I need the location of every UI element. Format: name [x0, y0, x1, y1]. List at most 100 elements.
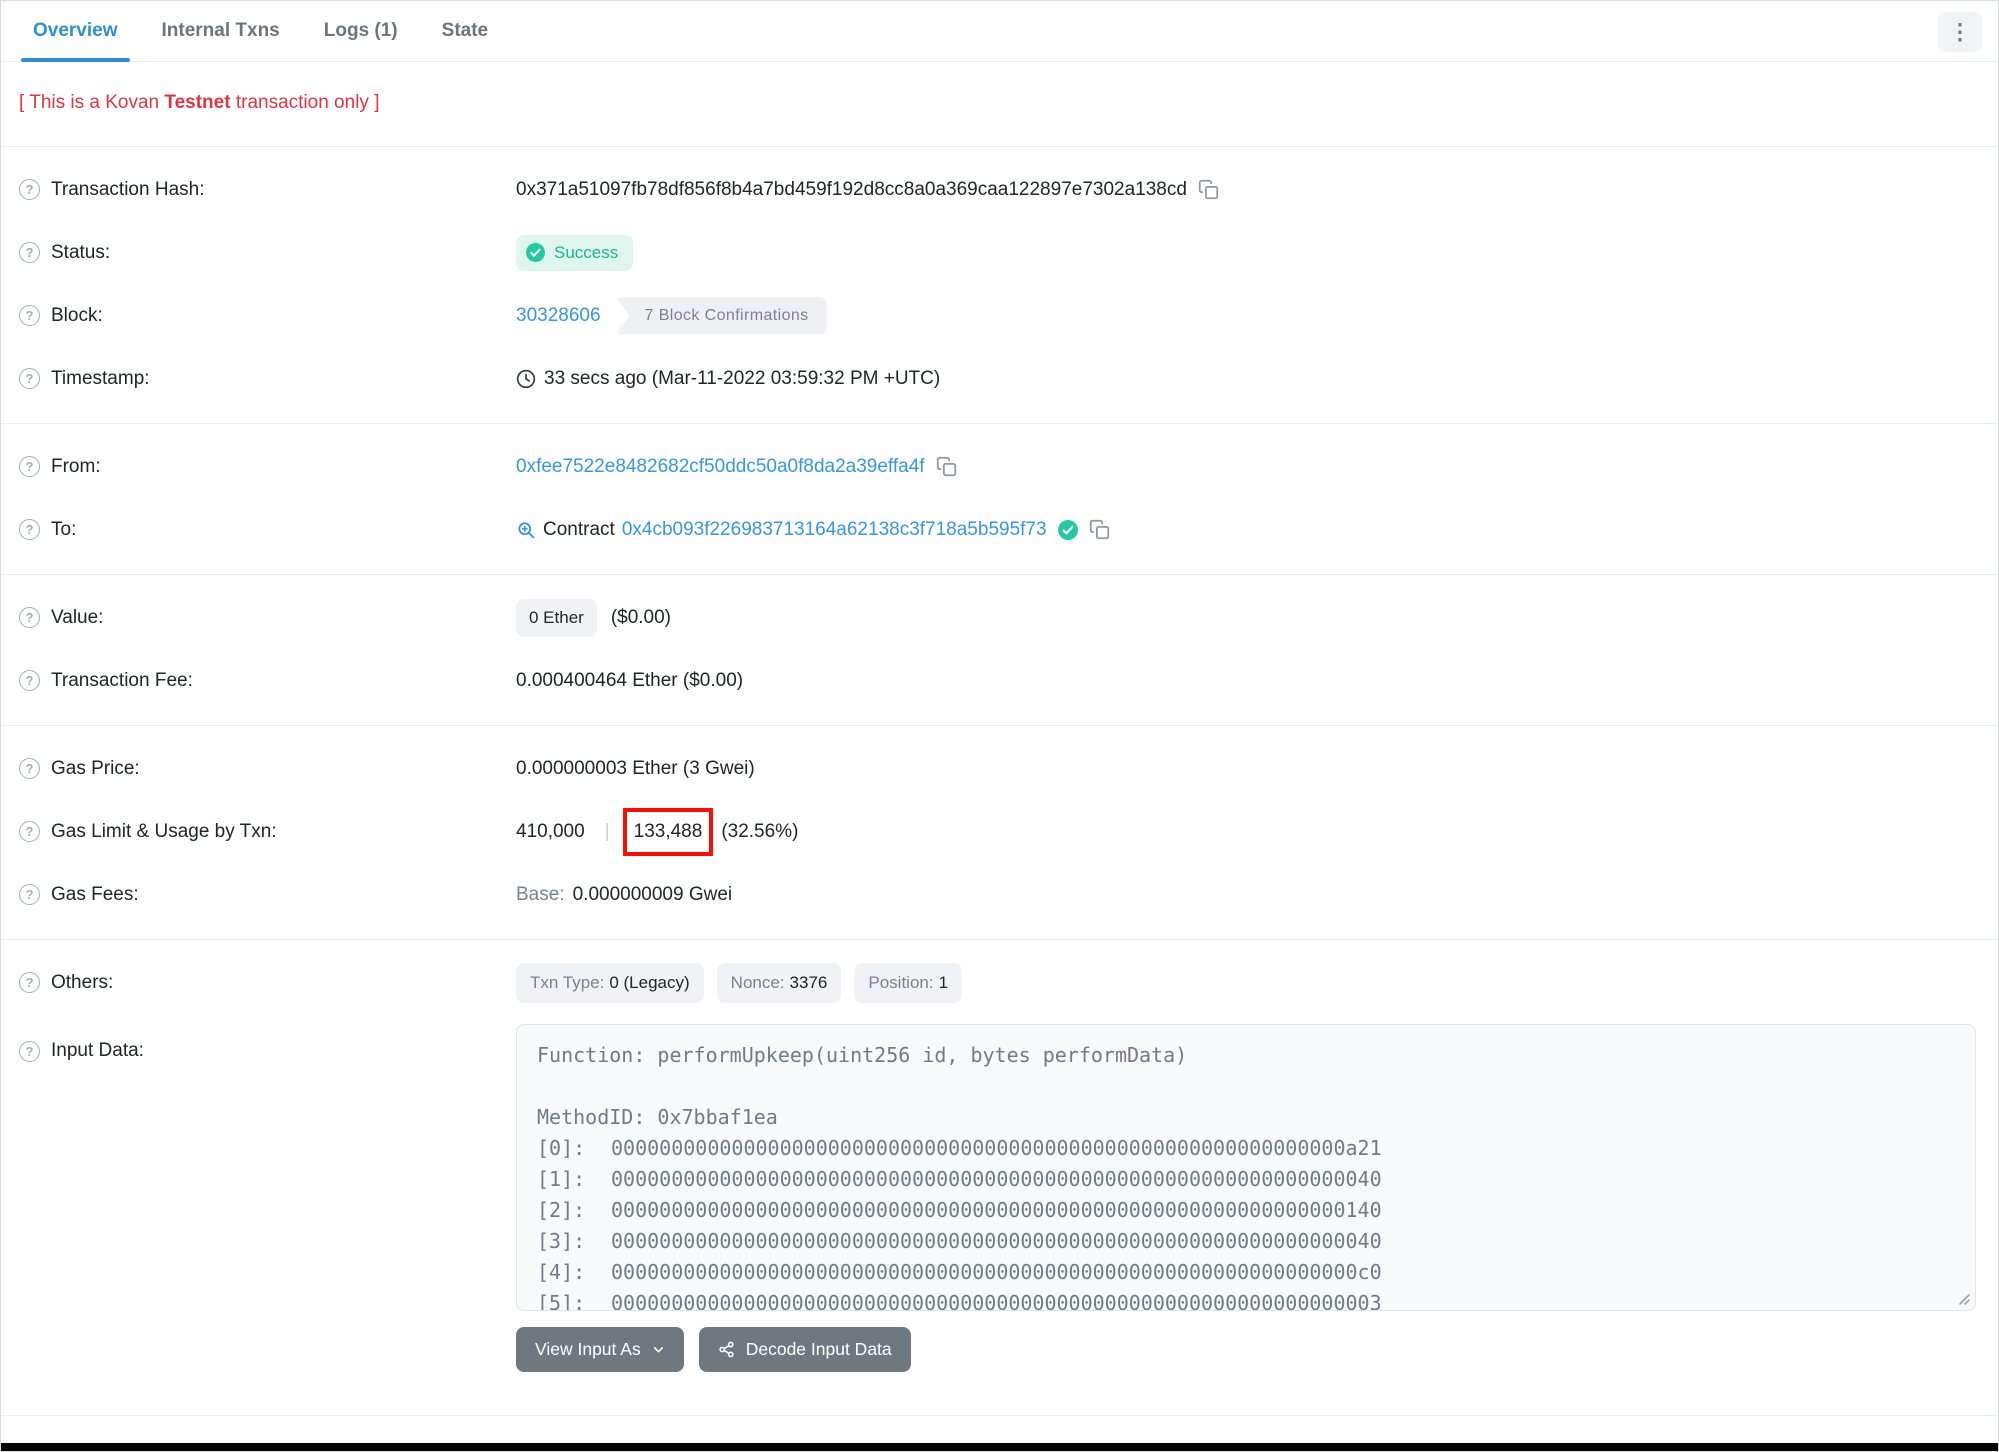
- help-icon[interactable]: ?: [19, 758, 40, 779]
- word-index: [0]:: [537, 1136, 586, 1160]
- txn-type-value: 0 (Legacy): [609, 972, 690, 992]
- txn-type-key: Txn Type:: [530, 972, 605, 992]
- kebab-menu-icon[interactable]: ⋮: [1938, 12, 1982, 52]
- row-timestamp: ? Timestamp: 33 secs ago (Mar-11-2022 03…: [1, 347, 1998, 410]
- nonce-value: 3376: [789, 972, 828, 992]
- block-label: Block:: [51, 304, 103, 326]
- transaction-fee-label: Transaction Fee:: [51, 669, 193, 691]
- copy-icon[interactable]: [1089, 519, 1110, 540]
- row-others: ? Others: Txn Type: 0 (Legacy) Nonce: 3376…: [1, 951, 1998, 1014]
- to-label: To:: [51, 518, 77, 540]
- word-index: [1]:: [537, 1167, 586, 1191]
- copy-icon[interactable]: [1198, 179, 1219, 200]
- txn-type-badge: Txn Type: 0 (Legacy): [516, 962, 704, 1003]
- block-number-link[interactable]: 30328606: [516, 305, 601, 327]
- verified-check-icon: [1057, 519, 1078, 540]
- transaction-fee-value: 0.000400464 Ether ($0.00): [516, 669, 744, 691]
- magnifier-icon[interactable]: [516, 520, 536, 540]
- transaction-detail-page: Overview Internal Txns Logs (1) State ⋮ …: [0, 0, 1999, 1452]
- tab-internal-txns[interactable]: Internal Txns: [148, 1, 294, 61]
- word-hex: 0000000000000000000000000000000000000000…: [611, 1260, 1382, 1284]
- input-word-line: [1]: 000000000000000000000000000000000000…: [537, 1164, 1955, 1195]
- copy-icon[interactable]: [936, 456, 957, 477]
- help-icon[interactable]: ?: [19, 607, 40, 628]
- row-block: ? Block: 30328606 7 Block Confirmations: [1, 284, 1998, 347]
- section-addresses: ? From: 0xfee7522e8482682cf50ddc50a0f8da…: [1, 423, 1998, 574]
- annotation-box: 133,488: [622, 807, 714, 856]
- tab-state[interactable]: State: [428, 1, 502, 61]
- row-gas-price: ? Gas Price: 0.000000003 Ether (3 Gwei): [1, 737, 1998, 800]
- tab-overview[interactable]: Overview: [19, 1, 132, 62]
- testnet-notice: [ This is a Kovan Testnet transaction on…: [1, 62, 1998, 146]
- gas-limit-separator: |: [604, 820, 610, 842]
- view-input-as-button[interactable]: View Input As: [516, 1327, 684, 1372]
- row-gas-fees: ? Gas Fees: Base: 0.000000009 Gwei: [1, 863, 1998, 926]
- help-icon[interactable]: ?: [19, 368, 40, 389]
- word-index: [4]:: [537, 1260, 586, 1284]
- gas-price-label: Gas Price:: [51, 757, 140, 779]
- nonce-key: Nonce:: [730, 972, 785, 992]
- help-icon[interactable]: ?: [19, 670, 40, 691]
- row-to: ? To: Contract 0x4cb093f226983713164a621…: [1, 498, 1998, 561]
- section-value: ? Value: 0 Ether ($0.00) ? Transaction F…: [1, 574, 1998, 725]
- input-word-line: [5]: 000000000000000000000000000000000000…: [537, 1288, 1955, 1311]
- input-actions: View Input As Decode Input Data: [516, 1327, 1998, 1372]
- help-icon[interactable]: ?: [19, 884, 40, 905]
- gas-fees-base-label: Base:: [516, 883, 565, 905]
- gas-used-value: 133,488: [633, 820, 703, 842]
- notice-prefix: [ This is a Kovan: [19, 92, 165, 113]
- decode-nodes-icon: [719, 1341, 734, 1358]
- word-hex: 0000000000000000000000000000000000000000…: [611, 1136, 1382, 1160]
- to-type: Contract: [543, 518, 615, 540]
- section-others-input: ? Others: Txn Type: 0 (Legacy) Nonce: 3376…: [1, 939, 1998, 1385]
- input-word-line: [4]: 000000000000000000000000000000000000…: [537, 1257, 1955, 1288]
- gas-price-value: 0.000000003 Ether (3 Gwei): [516, 757, 755, 779]
- timestamp-value: 33 secs ago (Mar-11-2022 03:59:32 PM +UT…: [544, 367, 941, 389]
- word-index: [2]:: [537, 1198, 586, 1222]
- row-transaction-hash: ? Transaction Hash: 0x371a51097fb78df856…: [1, 158, 1998, 221]
- to-address-link[interactable]: 0x4cb093f226983713164a62138c3f718a5b595f…: [622, 519, 1047, 541]
- timestamp-label: Timestamp:: [51, 367, 150, 389]
- help-icon[interactable]: ?: [19, 972, 40, 993]
- input-methodid-line: MethodID: 0x7bbaf1ea: [537, 1105, 778, 1129]
- input-data-box[interactable]: Function: performUpkeep(uint256 id, byte…: [516, 1024, 1976, 1311]
- notice-bold: Testnet: [164, 92, 231, 113]
- gas-fees-base-value: 0.000000009 Gwei: [572, 883, 733, 905]
- position-badge: Position: 1: [854, 962, 963, 1003]
- help-icon[interactable]: ?: [19, 456, 40, 477]
- row-gas-limit-usage: ? Gas Limit & Usage by Txn: 410,000 | 13…: [1, 800, 1998, 863]
- nonce-badge: Nonce: 3376: [716, 962, 842, 1003]
- position-value: 1: [938, 972, 949, 992]
- section-gas: ? Gas Price: 0.000000003 Ether (3 Gwei) …: [1, 725, 1998, 939]
- chevron-down-icon: [653, 1347, 663, 1353]
- help-icon[interactable]: ?: [19, 179, 40, 200]
- gas-fees-label: Gas Fees:: [51, 883, 139, 905]
- block-confirmations-badge: 7 Block Confirmations: [614, 296, 827, 335]
- row-transaction-fee: ? Transaction Fee: 0.000400464 Ether ($0…: [1, 649, 1998, 712]
- from-label: From:: [51, 455, 101, 477]
- decode-input-data-button[interactable]: Decode Input Data: [698, 1327, 911, 1372]
- check-circle-icon: [526, 243, 545, 262]
- input-data-label: Input Data:: [51, 1040, 144, 1061]
- transaction-hash-label: Transaction Hash:: [51, 178, 205, 200]
- status-label: Status:: [51, 241, 111, 263]
- help-icon[interactable]: ?: [19, 519, 40, 540]
- bottom-black-bar: [1, 1443, 1998, 1451]
- from-address-link[interactable]: 0xfee7522e8482682cf50ddc50a0f8da2a39effa…: [516, 456, 925, 478]
- word-hex: 0000000000000000000000000000000000000000…: [611, 1229, 1382, 1253]
- help-icon[interactable]: ?: [19, 242, 40, 263]
- help-icon[interactable]: ?: [19, 1040, 40, 1062]
- word-hex: 0000000000000000000000000000000000000000…: [611, 1198, 1382, 1222]
- position-key: Position:: [868, 972, 934, 992]
- transaction-hash-value: 0x371a51097fb78df856f8b4a7bd459f192d8cc8…: [516, 178, 1187, 200]
- tab-logs[interactable]: Logs (1): [310, 1, 412, 61]
- row-from: ? From: 0xfee7522e8482682cf50ddc50a0f8da…: [1, 435, 1998, 498]
- clock-icon: [516, 369, 536, 388]
- tab-bar: Overview Internal Txns Logs (1) State ⋮: [1, 1, 1998, 62]
- help-icon[interactable]: ?: [19, 821, 40, 842]
- gas-limit-label: Gas Limit & Usage by Txn:: [51, 820, 277, 842]
- help-icon[interactable]: ?: [19, 305, 40, 326]
- word-index: [5]:: [537, 1291, 586, 1311]
- resize-handle-icon[interactable]: [1956, 1291, 1970, 1305]
- word-hex: 0000000000000000000000000000000000000000…: [611, 1167, 1382, 1191]
